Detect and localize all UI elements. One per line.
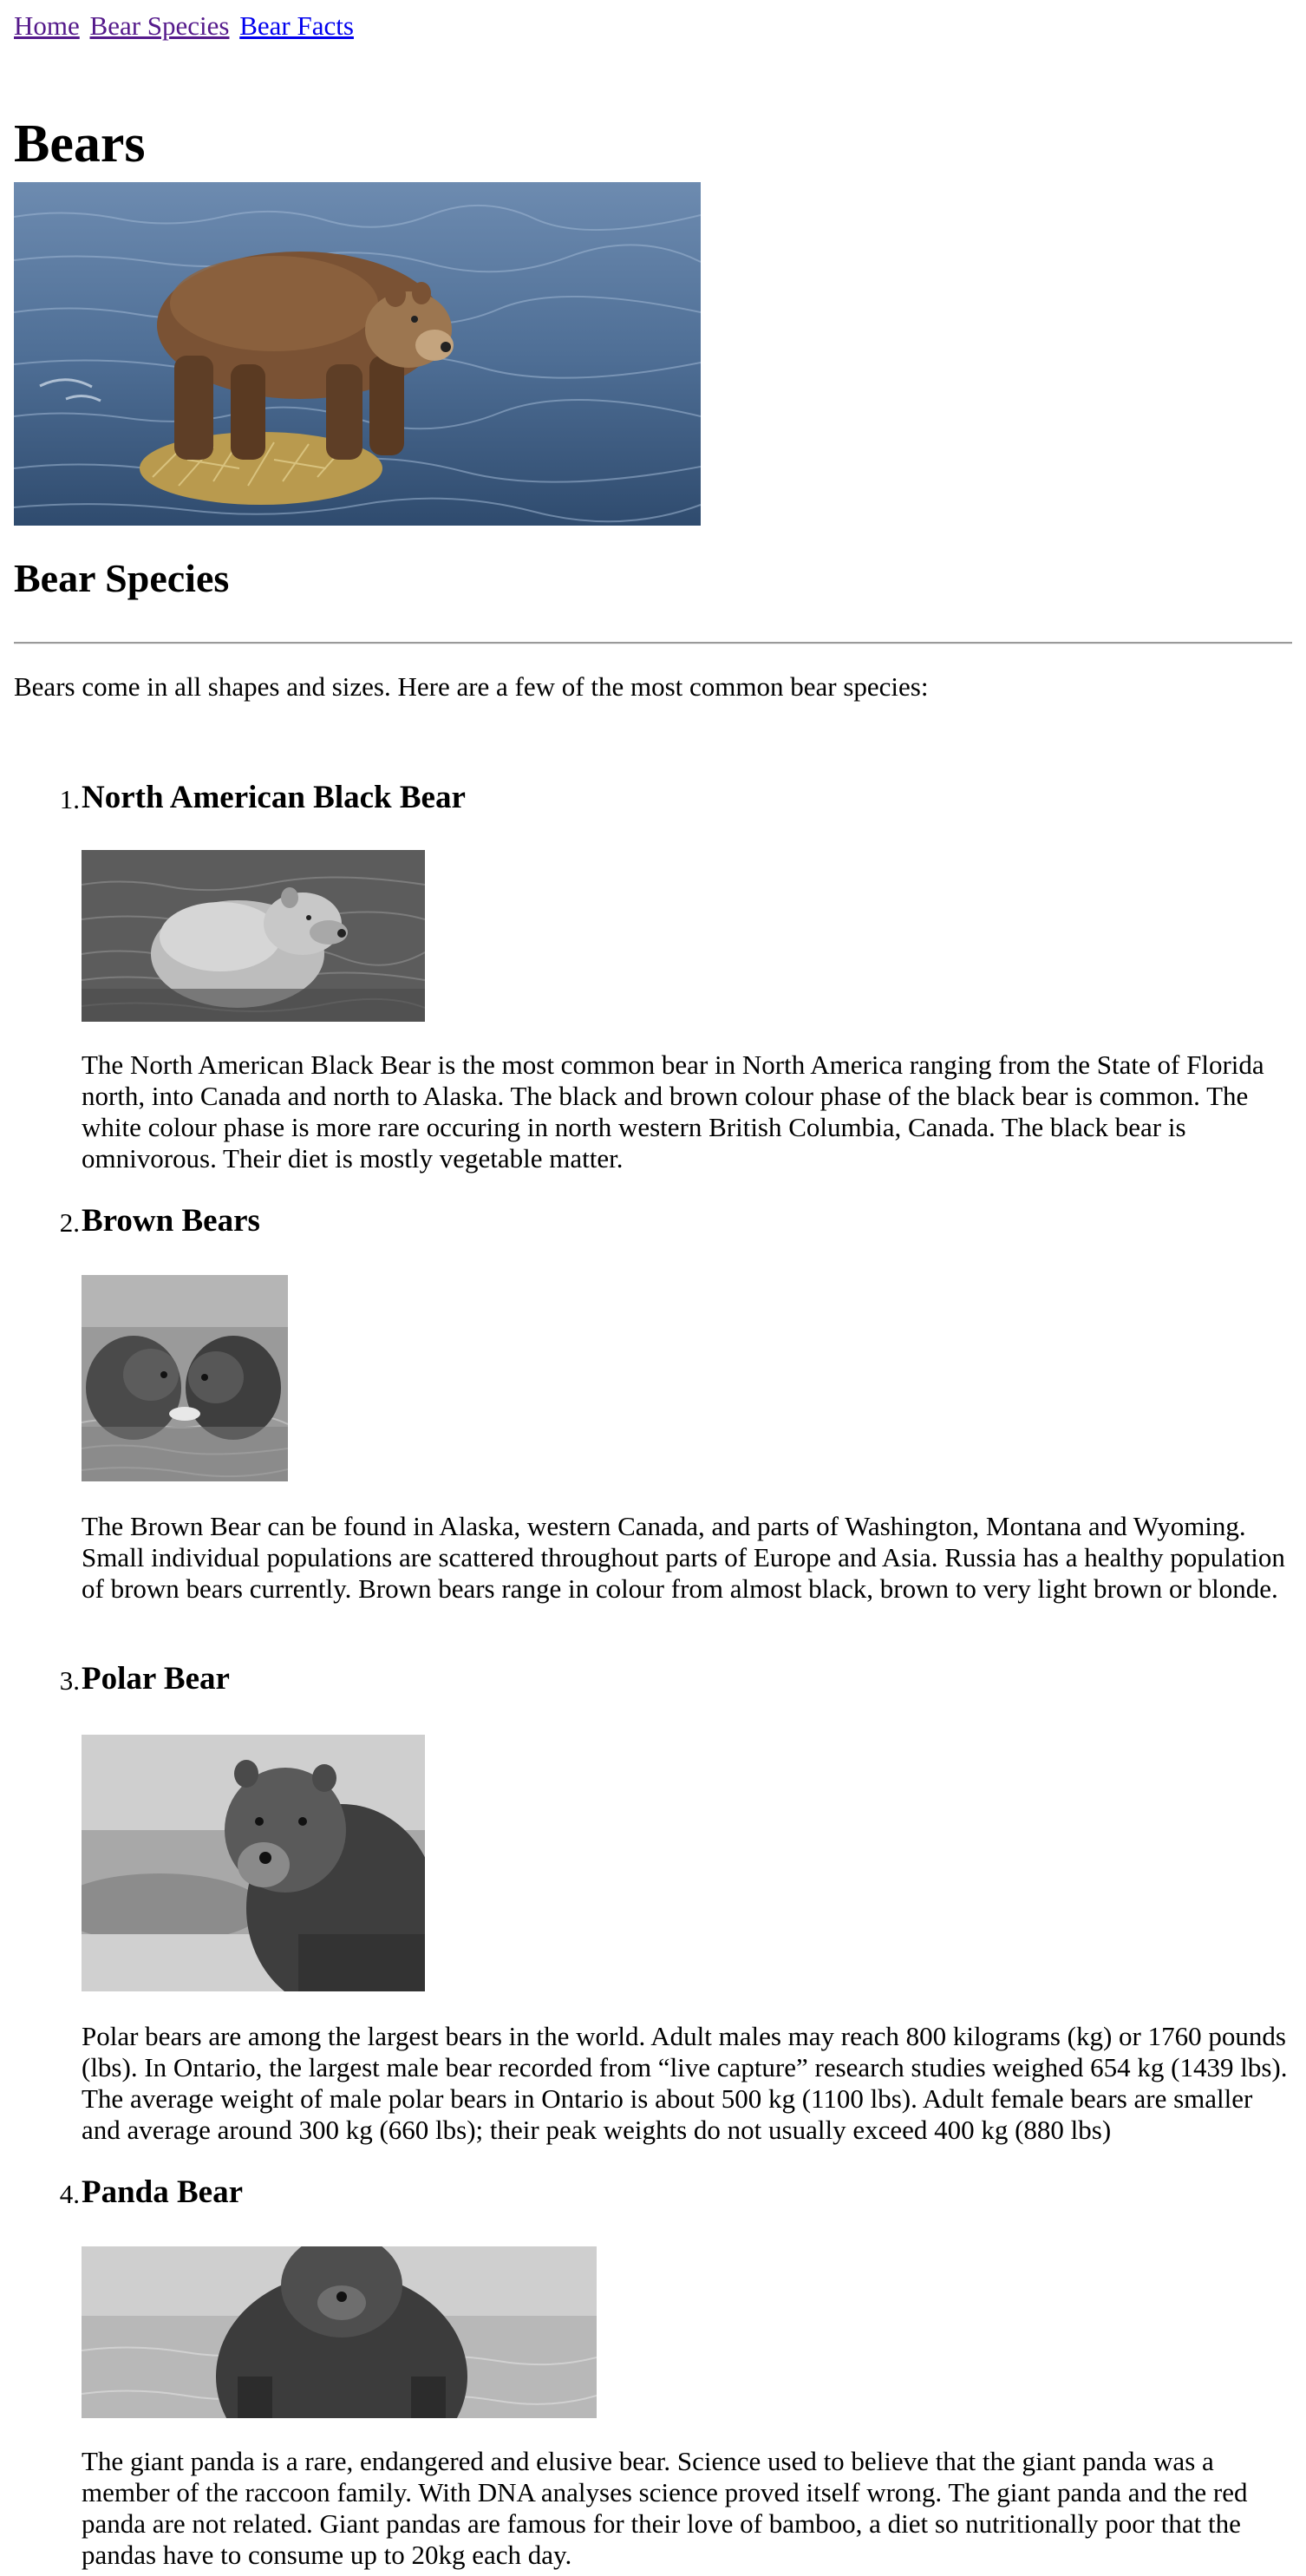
species-heading: North American Black Bear bbox=[82, 780, 466, 815]
page-title: Bears bbox=[14, 114, 146, 173]
list-number: 3. bbox=[59, 1665, 80, 1696]
species-description: Polar bears are among the largest bears … bbox=[82, 2021, 1288, 2145]
intro-text: Bears come in all shapes and sizes. Here… bbox=[14, 671, 929, 702]
black-bear-image bbox=[82, 850, 425, 1022]
nav-link-home[interactable]: Home bbox=[14, 10, 80, 41]
species-description: The North American Black Bear is the mos… bbox=[82, 1049, 1264, 1174]
species-description: The giant panda is a rare, endangered an… bbox=[82, 2446, 1248, 2570]
brown-bears-image bbox=[82, 1275, 288, 1481]
list-number: 1. bbox=[59, 784, 80, 814]
list-number: 4. bbox=[59, 2179, 80, 2209]
polar-bear-image bbox=[82, 1735, 425, 1991]
nav-link-bear-species[interactable]: Bear Species bbox=[90, 10, 230, 41]
top-nav: Home Bear Species Bear Facts bbox=[14, 0, 1292, 45]
list-number: 2. bbox=[59, 1207, 80, 1238]
species-description: The Brown Bear can be found in Alaska, w… bbox=[82, 1511, 1285, 1604]
panda-bear-image bbox=[82, 2246, 597, 2418]
nav-link-bear-facts[interactable]: Bear Facts bbox=[239, 10, 354, 41]
divider bbox=[14, 642, 1292, 644]
species-heading: Panda Bear bbox=[82, 2174, 244, 2210]
species-heading: Polar Bear bbox=[82, 1661, 230, 1697]
hero-bear-image bbox=[14, 182, 701, 526]
species-heading: Brown Bears bbox=[82, 1203, 260, 1239]
section-title: Bear Species bbox=[14, 556, 230, 600]
